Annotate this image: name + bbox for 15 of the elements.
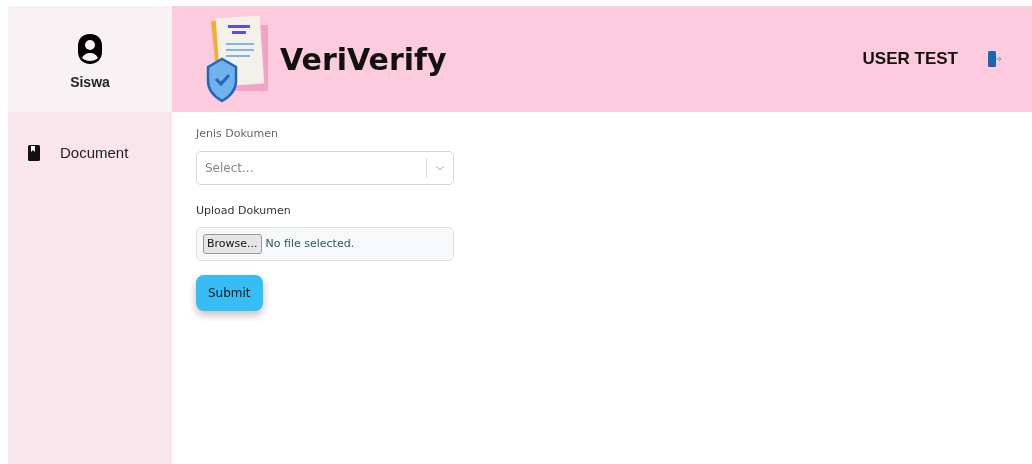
user-role-label: Siswa xyxy=(70,72,110,92)
submit-button[interactable]: Submit xyxy=(196,275,263,311)
book-icon xyxy=(28,145,40,162)
field-label: Jenis Dokumen xyxy=(196,126,279,142)
file-status-text: No file selected. xyxy=(265,235,355,252)
select-field[interactable]: Select... xyxy=(196,150,454,185)
logout-icon[interactable] xyxy=(988,51,1002,67)
field-label: Upload Dokumen xyxy=(196,202,292,219)
brand-name: VeriVerify xyxy=(280,40,447,79)
user-icon xyxy=(77,33,103,64)
chevron-down-icon xyxy=(435,164,445,171)
browse-button[interactable]: Browse... xyxy=(203,233,262,255)
sidebar-item[interactable]: Document xyxy=(28,142,129,165)
user-name: USER TEST xyxy=(862,48,958,71)
file-field[interactable]: Browse... No file selected. xyxy=(196,227,454,261)
